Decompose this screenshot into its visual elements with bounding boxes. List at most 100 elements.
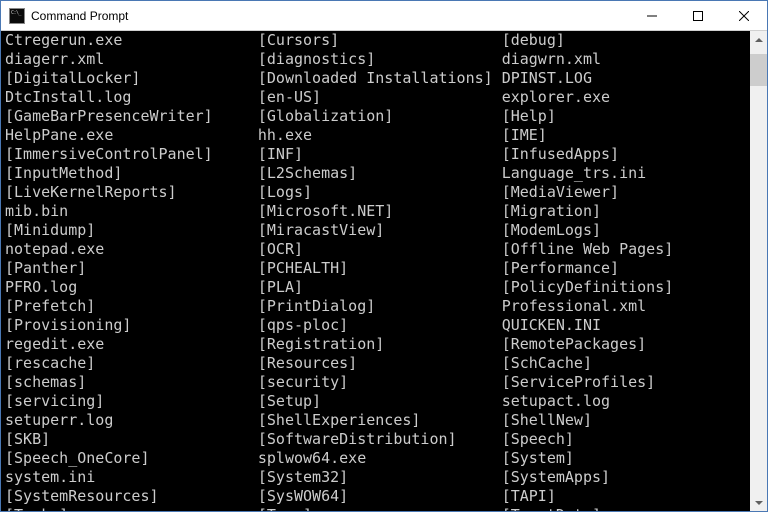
listing-cell: [MediaViewer] <box>502 183 619 202</box>
listing-cell: [PolicyDefinitions] <box>502 278 674 297</box>
window-title: Command Prompt <box>31 9 629 23</box>
titlebar[interactable]: Command Prompt <box>1 1 767 31</box>
listing-row: [LiveKernelReports][Logs][MediaViewer] <box>5 183 750 202</box>
scroll-thumb[interactable] <box>750 54 767 86</box>
listing-cell: [PrintDialog] <box>258 297 502 316</box>
listing-row: diagerr.xml[diagnostics]diagwrn.xml <box>5 50 750 69</box>
listing-cell: [servicing] <box>5 392 258 411</box>
listing-cell: [SystemResources] <box>5 487 258 506</box>
listing-cell: [TAPI] <box>502 487 556 506</box>
listing-cell: Ctregerun.exe <box>5 31 258 50</box>
minimize-button[interactable] <box>629 1 675 30</box>
listing-cell: [SchCache] <box>502 354 592 373</box>
listing-cell: HelpPane.exe <box>5 126 258 145</box>
terminal-output[interactable]: Ctregerun.exe[Cursors][debug]diagerr.xml… <box>1 31 750 511</box>
listing-cell: [schemas] <box>5 373 258 392</box>
listing-row: [Provisioning][qps-ploc]QUICKEN.INI <box>5 316 750 335</box>
listing-cell: splwow64.exe <box>258 449 502 468</box>
listing-row: Ctregerun.exe[Cursors][debug] <box>5 31 750 50</box>
listing-cell: [Speech_OneCore] <box>5 449 258 468</box>
listing-row: HelpPane.exehh.exe[IME] <box>5 126 750 145</box>
window-controls <box>629 1 767 30</box>
listing-cell: [Performance] <box>502 259 619 278</box>
listing-cell: [L2Schemas] <box>258 164 502 183</box>
listing-cell: [en-US] <box>258 88 502 107</box>
listing-row: [GameBarPresenceWriter][Globalization][H… <box>5 107 750 126</box>
listing-cell: [debug] <box>502 31 565 50</box>
minimize-icon <box>647 11 657 21</box>
listing-cell: [Registration] <box>258 335 502 354</box>
scroll-track[interactable] <box>750 48 767 494</box>
listing-cell: explorer.exe <box>502 88 610 107</box>
listing-cell: [diagnostics] <box>258 50 502 69</box>
listing-row: [servicing][Setup]setupact.log <box>5 392 750 411</box>
listing-cell: [IME] <box>502 126 547 145</box>
listing-cell: setuperr.log <box>5 411 258 430</box>
listing-cell: [PLA] <box>258 278 502 297</box>
scroll-down-button[interactable] <box>750 494 767 511</box>
listing-cell: [Speech] <box>502 430 574 449</box>
listing-cell: [ImmersiveControlPanel] <box>5 145 258 164</box>
listing-cell: regedit.exe <box>5 335 258 354</box>
listing-cell: [RemotePackages] <box>502 335 647 354</box>
listing-row: PFRO.log[PLA][PolicyDefinitions] <box>5 278 750 297</box>
listing-cell: [Downloaded Installations] <box>258 69 502 88</box>
listing-cell: diagwrn.xml <box>502 50 601 69</box>
listing-cell: notepad.exe <box>5 240 258 259</box>
listing-cell: hh.exe <box>258 126 502 145</box>
listing-cell: DPINST.LOG <box>502 69 592 88</box>
listing-row: [schemas][security][ServiceProfiles] <box>5 373 750 392</box>
chevron-down-icon <box>755 501 763 505</box>
listing-cell: [SysWOW64] <box>258 487 502 506</box>
listing-row: [Prefetch][PrintDialog]Professional.xml <box>5 297 750 316</box>
close-icon <box>739 11 749 21</box>
listing-cell: [Offline Web Pages] <box>502 240 674 259</box>
listing-row: [rescache][Resources][SchCache] <box>5 354 750 373</box>
listing-cell: [qps-ploc] <box>258 316 502 335</box>
listing-cell: [System32] <box>258 468 502 487</box>
close-button[interactable] <box>721 1 767 30</box>
listing-row: regedit.exe[Registration][RemotePackages… <box>5 335 750 354</box>
listing-cell: [Setup] <box>258 392 502 411</box>
client-area: Ctregerun.exe[Cursors][debug]diagerr.xml… <box>1 31 767 511</box>
listing-cell: [INF] <box>258 145 502 164</box>
listing-cell: [OCR] <box>258 240 502 259</box>
cmd-icon <box>9 8 25 24</box>
listing-cell: [ServiceProfiles] <box>502 373 656 392</box>
listing-cell: [security] <box>258 373 502 392</box>
scroll-up-button[interactable] <box>750 31 767 48</box>
listing-cell: [ShellNew] <box>502 411 592 430</box>
listing-cell: [PCHEALTH] <box>258 259 502 278</box>
listing-cell: [rescache] <box>5 354 258 373</box>
chevron-up-icon <box>755 38 763 42</box>
listing-row: [SystemResources][SysWOW64][TAPI] <box>5 487 750 506</box>
listing-row: [Tasks][Temp][ToastData] <box>5 506 750 511</box>
vertical-scrollbar[interactable] <box>750 31 767 511</box>
listing-cell: [LiveKernelReports] <box>5 183 258 202</box>
listing-cell: [DigitalLocker] <box>5 69 258 88</box>
listing-cell: system.ini <box>5 468 258 487</box>
listing-cell: [SoftwareDistribution] <box>258 430 502 449</box>
listing-row: setuperr.log[ShellExperiences][ShellNew] <box>5 411 750 430</box>
listing-cell: [MiracastView] <box>258 221 502 240</box>
listing-row: mib.bin[Microsoft.NET][Migration] <box>5 202 750 221</box>
listing-row: system.ini[System32][SystemApps] <box>5 468 750 487</box>
listing-cell: setupact.log <box>502 392 610 411</box>
listing-cell: QUICKEN.INI <box>502 316 601 335</box>
listing-row: [InputMethod][L2Schemas]Language_trs.ini <box>5 164 750 183</box>
listing-row: [DigitalLocker][Downloaded Installations… <box>5 69 750 88</box>
listing-cell: [Provisioning] <box>5 316 258 335</box>
listing-row: [SKB][SoftwareDistribution][Speech] <box>5 430 750 449</box>
listing-cell: [Cursors] <box>258 31 502 50</box>
listing-cell: [Minidump] <box>5 221 258 240</box>
listing-cell: [System] <box>502 449 574 468</box>
listing-cell: Language_trs.ini <box>502 164 647 183</box>
listing-cell: [InputMethod] <box>5 164 258 183</box>
maximize-button[interactable] <box>675 1 721 30</box>
listing-row: [Minidump][MiracastView][ModemLogs] <box>5 221 750 240</box>
listing-cell: [Prefetch] <box>5 297 258 316</box>
listing-cell: [Microsoft.NET] <box>258 202 502 221</box>
listing-cell: PFRO.log <box>5 278 258 297</box>
listing-cell: [Globalization] <box>258 107 502 126</box>
listing-cell: [ToastData] <box>502 506 601 511</box>
